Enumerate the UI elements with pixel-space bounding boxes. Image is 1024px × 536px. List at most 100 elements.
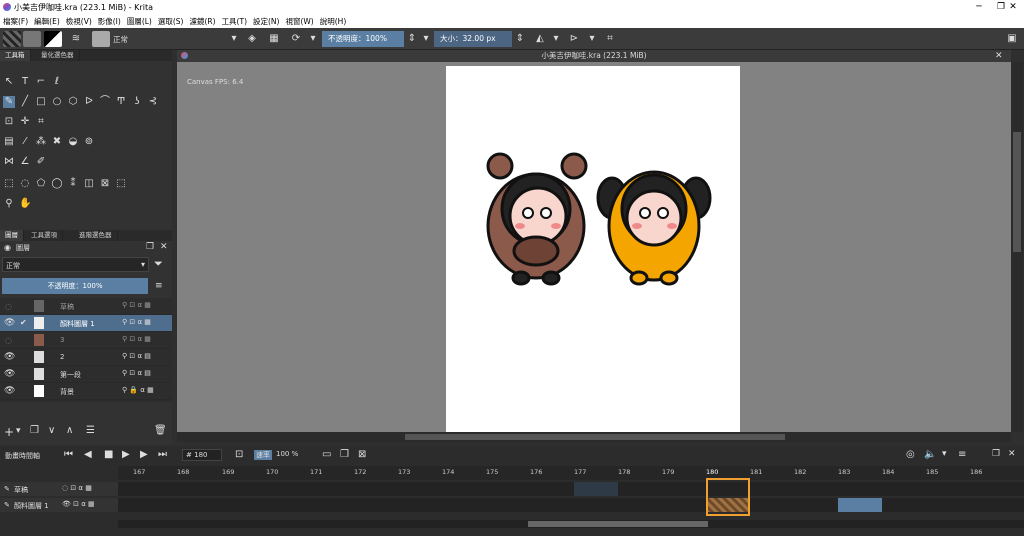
eraser-icon[interactable]: ◈ xyxy=(246,33,258,45)
magnetic-select-icon[interactable]: ⬚ xyxy=(115,178,127,190)
edit-shape-icon[interactable]: ⌐ xyxy=(35,76,47,88)
menu-icon[interactable]: ≡ xyxy=(958,449,966,460)
select-shape-icon[interactable]: ↖ xyxy=(3,76,15,88)
chevron-down-icon[interactable]: ▾ xyxy=(307,33,319,45)
drawing-canvas[interactable] xyxy=(446,66,740,432)
chevron-down-icon[interactable]: ▾ xyxy=(228,33,240,45)
pin-icon[interactable]: ✎ xyxy=(4,501,10,509)
chevron-down-icon[interactable]: ▾ xyxy=(16,426,21,436)
freehand-path-icon[interactable]: Ͳ xyxy=(115,96,127,108)
onion-skin-icon[interactable]: ◎ xyxy=(906,449,915,460)
pattern-selector[interactable] xyxy=(23,31,41,47)
gradient-selector[interactable] xyxy=(3,31,21,47)
pan-tool-icon[interactable]: ✋ xyxy=(19,198,31,210)
panel-toggle-icon[interactable]: ▣ xyxy=(1006,33,1018,45)
frame-field[interactable]: # 180 xyxy=(182,449,222,461)
layer-row[interactable]: 👁 背景 ⚲ 🔒 α ▦ xyxy=(0,383,172,400)
visibility-icon[interactable]: 👁 xyxy=(4,386,15,396)
crop-tool-icon[interactable]: ⌗ xyxy=(35,116,47,128)
menu-window[interactable]: 視窗(W) xyxy=(282,14,316,29)
menu-file[interactable]: 檔案(F) xyxy=(0,14,31,29)
track-header[interactable]: ✎ 草稿 ◌ ⊡ α ▦ xyxy=(0,482,118,496)
horizontal-scrollbar[interactable] xyxy=(177,432,1011,442)
chevron-down-icon[interactable]: ▾ xyxy=(550,33,562,45)
float-docker-icon[interactable]: ❐ xyxy=(992,449,1000,459)
visibility-icon[interactable]: 👁 xyxy=(4,318,15,328)
close-icon[interactable]: ✕ xyxy=(995,50,1003,62)
add-layer-icon[interactable]: + xyxy=(4,425,14,439)
keyframe-cell[interactable] xyxy=(838,498,882,512)
layer-properties-icon[interactable]: ☰ xyxy=(86,425,95,436)
polygon-tool-icon[interactable]: ⬡ xyxy=(67,96,79,108)
track-header[interactable]: ✎ 顏料圖層 1 👁 ⊡ α ▦ xyxy=(0,498,118,512)
filter-icon[interactable]: ⏷ xyxy=(154,257,163,271)
smart-patch-icon[interactable]: ✖ xyxy=(51,136,63,148)
track-props-icon[interactable]: 👁 ⊡ α ▦ xyxy=(62,500,95,508)
chevron-down-icon[interactable]: ▾ xyxy=(586,33,598,45)
layer-row[interactable]: 👁 ✔ 顏料圖層 1 ⚲ ⊡ α ▦ xyxy=(0,315,172,332)
move-tool-icon[interactable]: ✛ xyxy=(19,116,31,128)
layer-name[interactable]: 第一段 xyxy=(60,370,81,380)
audio-icon[interactable]: 🔈 xyxy=(924,449,936,460)
zoom-tool-icon[interactable]: ⚲ xyxy=(3,198,15,210)
layer-name[interactable]: 2 xyxy=(60,353,64,361)
alpha-lock-icon[interactable]: ▦ xyxy=(268,33,280,45)
menu-layer[interactable]: 圖層(L) xyxy=(124,14,155,29)
close-button[interactable]: ✕ xyxy=(1002,1,1024,13)
first-frame-icon[interactable]: ⏮ xyxy=(64,449,73,460)
brush-preset-icon[interactable] xyxy=(92,31,110,47)
bezier-select-icon[interactable]: ⊠ xyxy=(99,178,111,190)
reload-preset-icon[interactable]: ⟳ xyxy=(290,33,302,45)
layer-props-icon[interactable]: ⚲ ⊡ α ▦ xyxy=(122,301,151,309)
dynamic-brush-icon[interactable]: ʖ xyxy=(131,96,143,108)
layer-props-icon[interactable]: ⚲ ⊡ α ▤ xyxy=(122,352,151,360)
keyframe-duplicate-icon[interactable]: ❐ xyxy=(340,449,349,460)
stop-icon[interactable]: ■ xyxy=(104,449,113,460)
rect-select-icon[interactable]: ⬚ xyxy=(3,178,15,190)
move-up-icon[interactable]: ∧ xyxy=(66,425,73,436)
speed-field[interactable]: 100 % xyxy=(276,450,298,458)
menu-view[interactable]: 檢視(V) xyxy=(63,14,95,29)
layer-props-icon[interactable]: ⚲ ⊡ α ▦ xyxy=(122,335,151,343)
visibility-icon[interactable]: ◌ xyxy=(5,302,12,311)
timeline-scrollbar[interactable] xyxy=(118,520,1024,528)
layer-props-icon[interactable]: ⚲ 🔒 α ▦ xyxy=(122,386,154,394)
next-frame-icon[interactable]: ▶ xyxy=(140,449,148,460)
delete-layer-icon[interactable]: 🗑 xyxy=(154,425,167,436)
pin-icon[interactable]: ✎ xyxy=(4,485,10,493)
mirror-horizontal-icon[interactable]: ◭ xyxy=(534,33,546,45)
fill-tool-icon[interactable]: ◒ xyxy=(67,136,79,148)
freehand-brush-icon[interactable]: ✎ xyxy=(3,96,15,108)
mirror-vertical-icon[interactable]: ⊳ xyxy=(568,33,580,45)
visibility-icon[interactable]: 👁 xyxy=(4,369,15,379)
close-docker-icon[interactable]: ✕ xyxy=(1008,449,1016,459)
layer-row[interactable]: 👁 第一段 ⚲ ⊡ α ▤ xyxy=(0,366,172,383)
play-icon[interactable]: ▶ xyxy=(122,449,130,460)
brush-settings-icon[interactable]: ≋ xyxy=(70,33,82,45)
vertical-scrollbar[interactable] xyxy=(1011,62,1023,432)
layer-row[interactable]: ◌ 3 ⚲ ⊡ α ▦ xyxy=(0,332,172,349)
menu-settings[interactable]: 設定(N) xyxy=(250,14,282,29)
measure-tool-icon[interactable]: ∠ xyxy=(19,156,31,168)
layer-props-icon[interactable]: ⚲ ⊡ α ▦ xyxy=(122,318,151,326)
opacity-field[interactable]: 不透明度：100% xyxy=(322,31,404,47)
scrollbar-thumb[interactable] xyxy=(405,434,785,440)
menu-filter[interactable]: 濾鏡(R) xyxy=(186,14,218,29)
chevron-down-icon[interactable]: ▾ xyxy=(942,449,947,459)
layer-name[interactable]: 顏料圖層 1 xyxy=(60,319,95,329)
layer-props-icon[interactable]: ⚲ ⊡ α ▤ xyxy=(122,369,151,377)
polygon-select-icon[interactable]: ⬠ xyxy=(35,178,47,190)
menu-help[interactable]: 說明(H) xyxy=(317,14,350,29)
assistant-tool-icon[interactable]: ⋈ xyxy=(3,156,15,168)
keyframe-remove-icon[interactable]: ⊠ xyxy=(358,449,366,460)
scrollbar-thumb[interactable] xyxy=(1013,132,1021,252)
polyline-tool-icon[interactable]: ᐅ xyxy=(83,96,95,108)
reference-tool-icon[interactable]: ✐ xyxy=(35,156,47,168)
enclose-fill-icon[interactable]: ⊚ xyxy=(83,136,95,148)
menu-tools[interactable]: 工具(T) xyxy=(219,14,250,29)
line-tool-icon[interactable]: ╱ xyxy=(19,96,31,108)
layer-name[interactable]: 3 xyxy=(60,336,64,344)
bezier-tool-icon[interactable]: ⌒ xyxy=(99,96,111,108)
color-picker-icon[interactable]: ⁄ xyxy=(19,136,31,148)
move-down-icon[interactable]: ∨ xyxy=(48,425,55,436)
